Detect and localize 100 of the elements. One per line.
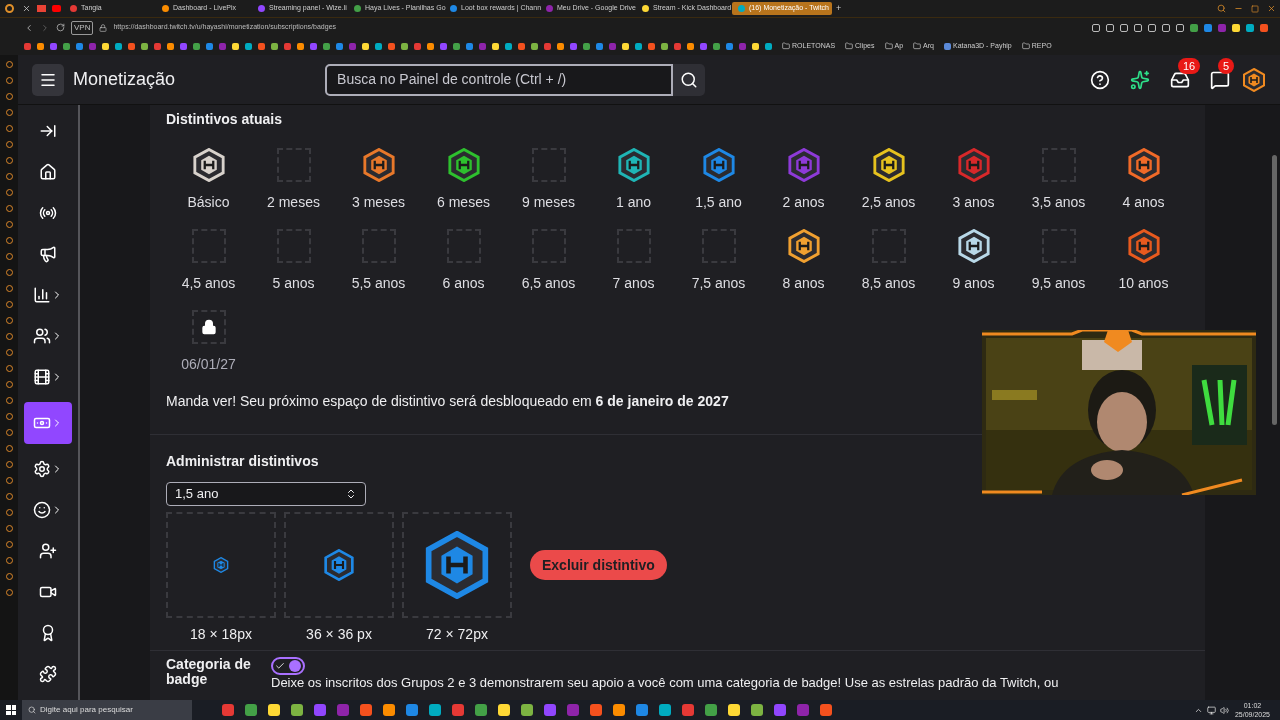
badge-label: 6 anos [442, 274, 485, 293]
badge-label: 3 meses [352, 193, 405, 212]
up-down-chevron-icon [345, 488, 357, 500]
taskbar-app-icon[interactable] [820, 704, 832, 716]
folder-icon [884, 42, 893, 50]
broadcast-icon [39, 204, 57, 222]
taskbar-app-icon[interactable] [613, 704, 625, 716]
taskbar-app-icon[interactable] [268, 704, 280, 716]
delete-badge-button[interactable]: Excluir distintivo [530, 550, 667, 580]
lock-icon [200, 319, 217, 335]
badge-preview-icon [213, 557, 229, 573]
badge-label: 8 anos [782, 274, 825, 293]
size-label: 36 × 36 px [306, 626, 372, 642]
taskbar-app-icon[interactable] [728, 704, 740, 716]
section-title: Distintivos atuais [166, 110, 283, 129]
new-tab-button[interactable]: + [832, 1, 846, 16]
back-icon[interactable] [24, 22, 34, 33]
badge-label: 6 meses [437, 193, 490, 212]
size-label: 18 × 18px [190, 626, 252, 642]
folder-icon [845, 42, 854, 50]
taskbar-app-icon[interactable] [705, 704, 717, 716]
badge-label: 7 anos [612, 274, 655, 293]
bookmark-favicon-icon [944, 42, 951, 50]
chart-icon [33, 286, 51, 304]
badge-label: 10 anos [1118, 274, 1169, 293]
tab-favicon-icon [642, 5, 649, 12]
badge-label: 9,5 anos [1031, 274, 1086, 293]
badge-label: 4,5 anos [181, 274, 236, 293]
search-icon [680, 70, 699, 89]
x-icon[interactable] [22, 4, 31, 13]
taskbar-app-icon[interactable] [475, 704, 487, 716]
badge-preview-icon [323, 549, 355, 581]
tab-favicon-icon [258, 5, 265, 12]
volume-icon[interactable] [1219, 705, 1229, 715]
badge-label: 3 anos [952, 193, 995, 212]
network-icon[interactable] [1206, 705, 1216, 715]
taskbar-app-icon[interactable] [498, 704, 510, 716]
taskbar-app-icon[interactable] [429, 704, 441, 716]
badge-label: 2 meses [267, 193, 320, 212]
search-icon[interactable] [1217, 4, 1226, 13]
badge-label: 3,5 anos [1031, 193, 1086, 212]
tab-favicon-icon [738, 5, 745, 12]
taskbar-search-field[interactable]: Digite aqui para pesquisar [22, 700, 192, 720]
home-icon [39, 163, 57, 181]
badge-label: 5 anos [272, 274, 315, 293]
taskbar-app-icon[interactable] [291, 704, 303, 716]
section-title: Categoria de badge [166, 657, 252, 689]
tab-favicon-icon [546, 5, 553, 12]
badge-select[interactable]: 1,5 ano [166, 482, 366, 506]
sparkle-icon[interactable] [1130, 69, 1150, 90]
category-description: Deixe os inscritos dos Grupos 2 e 3 demonstrarem seu apoio a você com uma categoria de badge! Use as estrelas padrão da Twitch, ou [271, 675, 1059, 690]
tab-favicon-icon [162, 5, 169, 12]
avatar-icon [1242, 67, 1266, 92]
badge-label: 5,5 anos [351, 274, 406, 293]
scrollbar[interactable] [1272, 155, 1277, 425]
check-icon [275, 661, 285, 671]
taskbar-app-icon[interactable] [360, 704, 372, 716]
folder-icon [1021, 42, 1030, 50]
page-title: Monetização [73, 68, 176, 91]
toggle-switch[interactable] [271, 657, 305, 675]
smiley-icon [33, 501, 51, 519]
browser-logo-icon[interactable] [5, 4, 14, 13]
arrow-to-line-icon [39, 122, 57, 140]
taskbar-app-icon[interactable] [383, 704, 395, 716]
vpn-badge[interactable]: VPN [71, 20, 94, 35]
taskbar-app-icon[interactable] [245, 704, 257, 716]
help-icon[interactable] [1090, 69, 1110, 90]
badge-label: 1 ano [615, 193, 651, 212]
taskbar-app-icon[interactable] [659, 704, 671, 716]
windows-start-icon[interactable] [6, 705, 16, 715]
puzzle-icon [39, 665, 57, 683]
badge-label: 2 anos [782, 193, 825, 212]
badge-label: 9 anos [952, 274, 995, 293]
chat-icon[interactable] [1210, 69, 1230, 90]
tab-favicon-icon [450, 5, 457, 12]
notification-count: 5 [1218, 57, 1235, 74]
search-button[interactable] [673, 63, 706, 96]
taskbar-app-icon[interactable] [521, 704, 533, 716]
taskbar-app-icon[interactable] [590, 704, 602, 716]
restore-icon[interactable] [1251, 4, 1259, 13]
badge-label: 06/01/27 [181, 355, 236, 374]
settings-icon [33, 460, 51, 478]
section-title: Administrar distintivos [166, 452, 320, 471]
tab-favicon-icon [70, 5, 77, 12]
taskbar-app-icon[interactable] [636, 704, 648, 716]
reload-icon[interactable] [56, 23, 65, 32]
badge-label: 6,5 anos [521, 274, 576, 293]
unlock-message: Manda ver! Seu próximo espaço de distintivo será desbloqueado em 6 de janeiro de 2027 [166, 392, 730, 411]
notification-count: 16 [1178, 57, 1201, 74]
badge-label: 2,5 anos [861, 193, 916, 212]
people-icon [33, 327, 51, 345]
folder-icon [913, 42, 922, 50]
menu-button[interactable] [32, 63, 64, 96]
search-field[interactable]: Busca no Painel de controle (Ctrl + /) [325, 63, 674, 96]
badge-label: 4 anos [1122, 193, 1165, 212]
taskbar-app-icon[interactable] [751, 704, 763, 716]
close-icon[interactable] [1267, 4, 1276, 13]
taskbar-app-icon[interactable] [406, 704, 418, 716]
badge-label: 9 meses [522, 193, 575, 212]
film-icon [33, 368, 51, 386]
